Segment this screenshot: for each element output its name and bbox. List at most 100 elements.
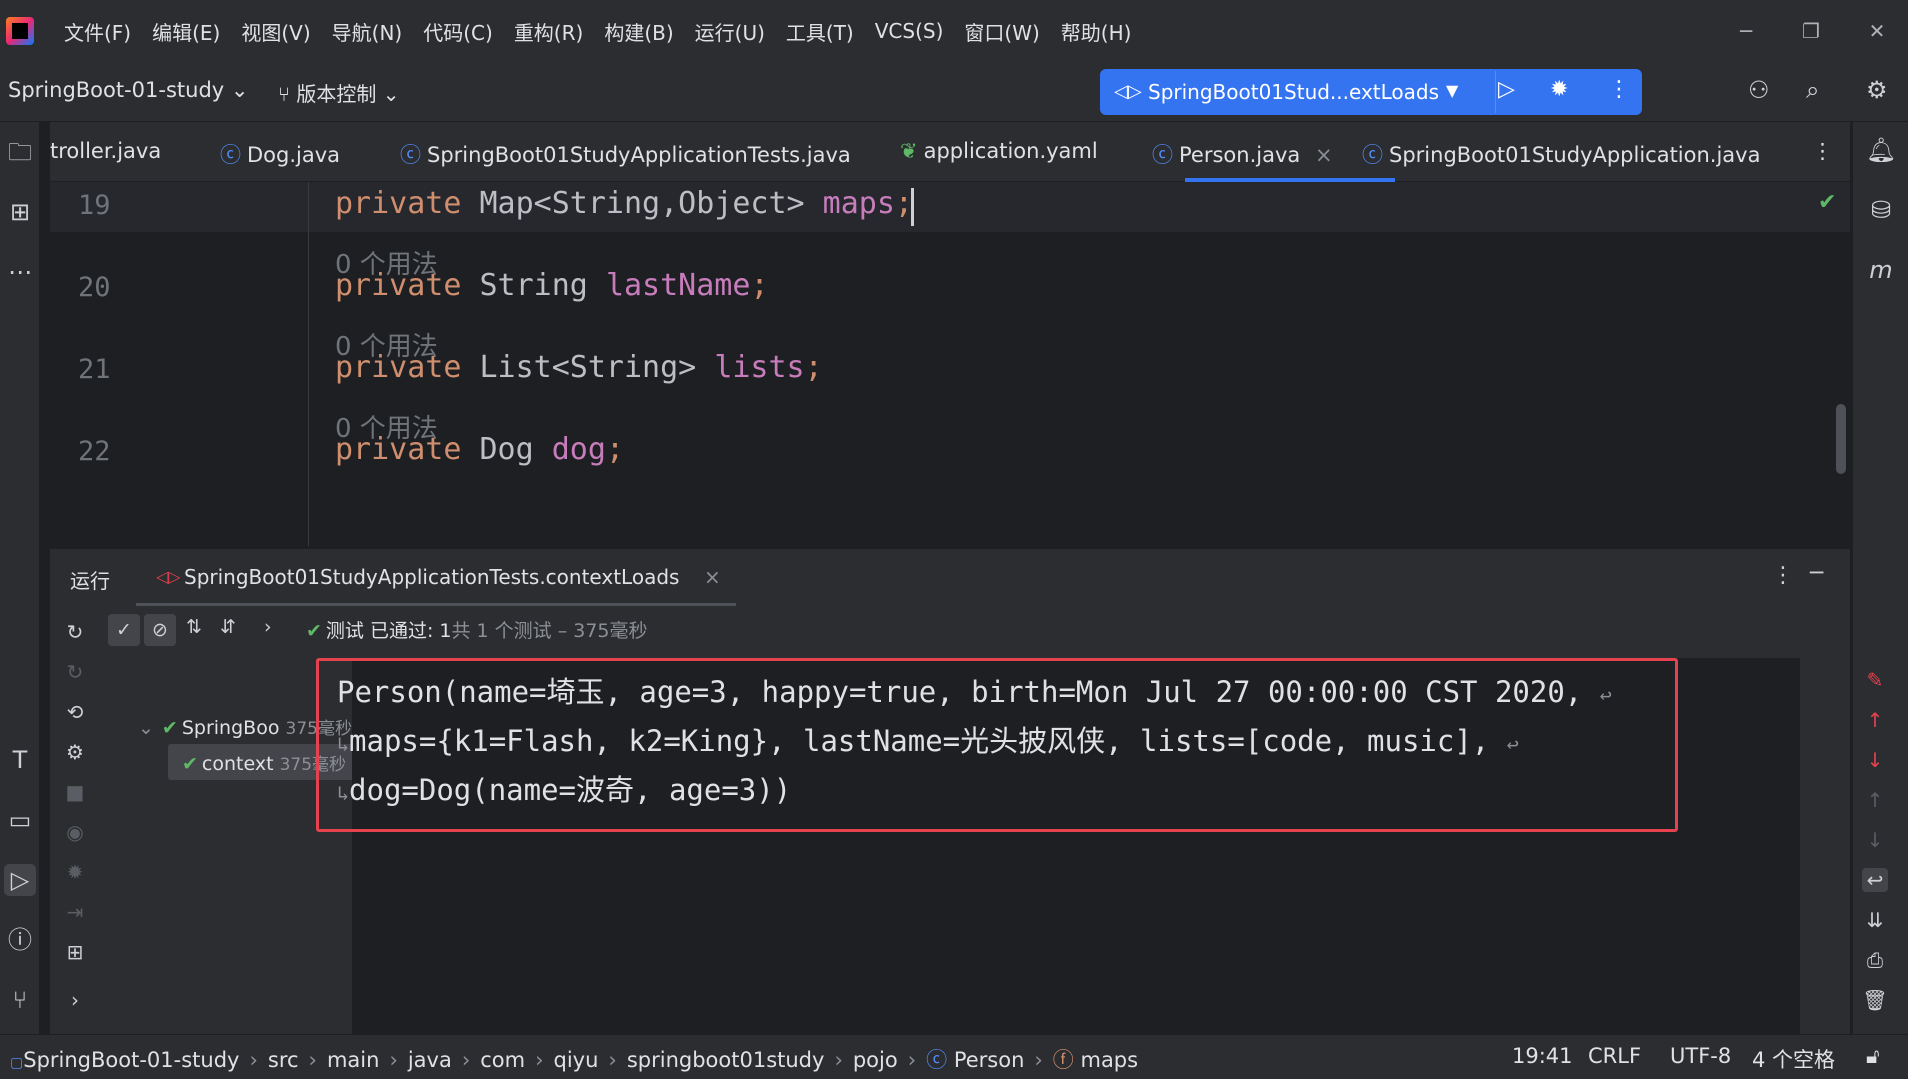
- maven-icon[interactable]: m: [1865, 254, 1897, 286]
- breadcrumb-item[interactable]: maps: [1080, 1048, 1138, 1072]
- indent-setting[interactable]: 4 个空格: [1752, 1044, 1835, 1074]
- add-user-icon[interactable]: ⚇: [1748, 76, 1770, 104]
- stop-icon: ■: [65, 780, 85, 804]
- soft-wrap-icon[interactable]: ↩: [1862, 868, 1888, 892]
- project-selector[interactable]: SpringBoot-01-study ⌄: [8, 78, 249, 102]
- breadcrumb-item[interactable]: Person: [954, 1048, 1025, 1072]
- settings-icon[interactable]: ⚙: [1866, 76, 1888, 104]
- breadcrumb-item[interactable]: main: [327, 1048, 379, 1072]
- output-line: ↳maps={k1=Flash, k2=King}, lastName=光头披风…: [337, 718, 1519, 760]
- code-line[interactable]: private List<String> lists;: [335, 350, 823, 385]
- class-icon: ⓒ: [400, 143, 421, 167]
- menu-run[interactable]: 运行(U): [695, 17, 765, 46]
- breadcrumb-item[interactable]: qiyu: [554, 1048, 599, 1072]
- main-toolbar: SpringBoot-01-study ⌄ ⑂ 版本控制 ⌄ ◁▷ Spring…: [0, 62, 1908, 122]
- toggle-auto-test-icon[interactable]: ⟲: [62, 700, 88, 726]
- editor-scrollbar[interactable]: [1836, 404, 1846, 474]
- menu-view[interactable]: 视图(V): [241, 17, 310, 46]
- problems-icon[interactable]: ⓘ: [4, 924, 36, 956]
- tab-controller[interactable]: troller.java: [50, 139, 161, 163]
- app-logo-icon[interactable]: [6, 17, 34, 45]
- inspection-ok-icon[interactable]: ✔: [1818, 190, 1836, 215]
- code-editor[interactable]: ✔ 19 private Map<String,Object> maps; 0 …: [50, 182, 1850, 546]
- show-ignored-icon[interactable]: ⊘: [144, 614, 176, 646]
- delete-icon[interactable]: 🗑︎: [1862, 988, 1888, 1012]
- caret-position[interactable]: 19:41: [1512, 1044, 1573, 1068]
- notifications-icon[interactable]: 🔔︎: [1865, 134, 1897, 166]
- pass-icon: ✔: [182, 753, 198, 775]
- breadcrumb-item[interactable]: SpringBoot-01-study: [23, 1048, 239, 1072]
- lock-icon[interactable]: 🔓︎: [1866, 1044, 1880, 1069]
- next-error-icon[interactable]: ↓: [1862, 748, 1888, 772]
- code-line[interactable]: private Map<String,Object> maps;: [335, 186, 913, 221]
- line-number: 22: [78, 436, 111, 467]
- close-tab-icon[interactable]: ×: [704, 565, 721, 589]
- breadcrumb-item[interactable]: src: [268, 1048, 299, 1072]
- code-line[interactable]: private Dog dog;: [335, 432, 624, 467]
- test-status: ✔ 测试 已通过: 1共 1 个测试 – 375毫秒: [306, 616, 648, 643]
- sort-alpha-icon[interactable]: ⇅: [186, 616, 202, 638]
- menu-tools[interactable]: 工具(T): [786, 17, 854, 46]
- more-icon[interactable]: ⋯: [4, 256, 36, 288]
- more-vertical-icon[interactable]: ⋮: [1608, 77, 1630, 102]
- code-line[interactable]: private String lastName;: [335, 268, 769, 303]
- run-tool-icon[interactable]: ▷: [4, 864, 36, 896]
- expand-icon[interactable]: ›: [264, 616, 272, 638]
- database-icon[interactable]: ⛁: [1865, 194, 1897, 226]
- breadcrumb-item[interactable]: pojo: [853, 1048, 898, 1072]
- prev-error-icon[interactable]: ↑: [1862, 708, 1888, 732]
- close-icon[interactable]: ✕: [1862, 16, 1892, 46]
- editor-tabs: troller.java ⓒ Dog.java ⓒ SpringBoot01Stud…: [50, 122, 1850, 182]
- menu-file[interactable]: 文件(F): [64, 17, 131, 46]
- clear-edit-icon[interactable]: ✎: [1862, 668, 1888, 692]
- breadcrumb-item[interactable]: com: [480, 1048, 525, 1072]
- rerun-icon[interactable]: ↻: [62, 620, 88, 646]
- vcs-selector[interactable]: ⑂ 版本控制 ⌄: [278, 78, 399, 107]
- menu-help[interactable]: 帮助(H): [1061, 17, 1132, 46]
- tab-person[interactable]: ⓒ Person.java ×: [1152, 139, 1333, 169]
- menu-navigate[interactable]: 导航(N): [332, 17, 403, 46]
- menu-refactor[interactable]: 重构(R): [514, 17, 584, 46]
- menu-edit[interactable]: 编辑(E): [152, 17, 220, 46]
- settings-icon[interactable]: ⚙: [62, 740, 88, 766]
- chevron-down-icon[interactable]: ⌄: [138, 717, 154, 739]
- chevron-right-icon[interactable]: ›: [62, 988, 88, 1014]
- chevron-down-icon[interactable]: ▼: [1446, 81, 1458, 100]
- tab-dog[interactable]: ⓒ Dog.java: [220, 139, 340, 169]
- menu-build[interactable]: 构建(B): [604, 17, 673, 46]
- run-widget[interactable]: ◁▷ SpringBoot01Stud...extLoads ▼ ▷ ✹ ⋮: [1100, 69, 1642, 115]
- tab-application-yaml[interactable]: ❦ application.yaml: [900, 139, 1098, 163]
- build-hammer-icon[interactable]: T: [4, 744, 36, 776]
- scroll-to-end-icon[interactable]: ⇊: [1862, 908, 1888, 932]
- layout-icon[interactable]: ⊞: [62, 940, 88, 966]
- debug-icon[interactable]: ✹: [1550, 77, 1568, 102]
- show-passed-icon[interactable]: ✓: [108, 614, 140, 646]
- project-folder-icon[interactable]: 🗀: [4, 136, 36, 168]
- run-tab-label[interactable]: SpringBoot01StudyApplicationTests.contex…: [184, 565, 679, 589]
- minimize-icon[interactable]: ─: [1731, 16, 1761, 46]
- tab-application[interactable]: ⓒ SpringBoot01StudyApplication.java: [1362, 139, 1760, 169]
- menu-code[interactable]: 代码(C): [423, 17, 493, 46]
- minimize-panel-icon[interactable]: ─: [1810, 561, 1823, 586]
- print-icon[interactable]: ⎙: [1862, 948, 1888, 972]
- close-tab-icon[interactable]: ×: [1315, 143, 1333, 167]
- structure-icon[interactable]: ⊞: [4, 196, 36, 228]
- tabs-more-icon[interactable]: ⋮: [1812, 139, 1833, 163]
- run-config-label[interactable]: SpringBoot01Stud...extLoads: [1148, 80, 1439, 104]
- git-icon[interactable]: ⑂: [4, 984, 36, 1016]
- text-caret: [911, 188, 914, 226]
- menu-vcs[interactable]: VCS(S): [875, 19, 944, 43]
- more-vertical-icon[interactable]: ⋮: [1772, 563, 1794, 588]
- terminal-icon[interactable]: ▭: [4, 804, 36, 836]
- sort-duration-icon[interactable]: ⇵: [220, 616, 236, 638]
- restore-icon[interactable]: ❐: [1796, 16, 1826, 46]
- file-encoding[interactable]: UTF-8: [1670, 1044, 1731, 1068]
- run-icon[interactable]: ▷: [1498, 77, 1515, 102]
- line-separator[interactable]: CRLF: [1588, 1044, 1641, 1068]
- tab-application-tests[interactable]: ⓒ SpringBoot01StudyApplicationTests.java: [400, 139, 851, 169]
- menu-window[interactable]: 窗口(W): [964, 17, 1039, 46]
- chevron-down-icon: ⌄: [382, 82, 400, 106]
- breadcrumb-item[interactable]: springboot01study: [627, 1048, 825, 1072]
- search-icon[interactable]: ⌕: [1806, 76, 1819, 104]
- breadcrumb-item[interactable]: java: [408, 1048, 452, 1072]
